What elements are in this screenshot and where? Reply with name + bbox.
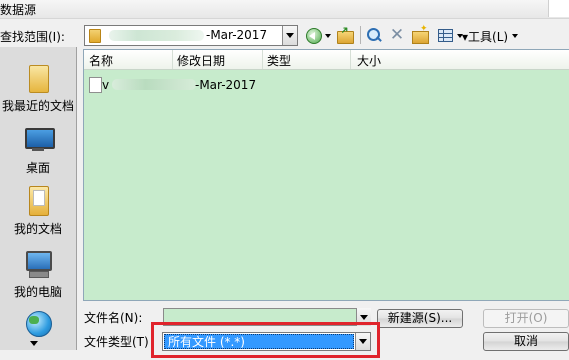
lookin-path: -Mar-2017 bbox=[206, 28, 268, 42]
recent-documents-icon bbox=[23, 61, 53, 93]
window-title: 数据源 bbox=[0, 3, 37, 17]
places-bar: 我最近的文档 桌面 我的文档 我的电脑 bbox=[0, 47, 77, 350]
file-list[interactable]: 名称 修改日期 类型 大小 v -Mar-2017 bbox=[83, 49, 569, 301]
close-window-button[interactable] bbox=[548, 0, 569, 17]
place-label: 我的文档 bbox=[13, 222, 62, 236]
chevron-down-icon[interactable] bbox=[355, 333, 370, 350]
filetype-select[interactable]: 所有文件 (*.*) bbox=[162, 332, 371, 351]
list-item[interactable]: v -Mar-2017 bbox=[86, 76, 386, 94]
column-divider[interactable] bbox=[172, 50, 173, 69]
column-headers: 名称 修改日期 类型 大小 bbox=[84, 50, 569, 70]
lookin-combo[interactable]: -Mar-2017 bbox=[84, 25, 298, 46]
title-bar: 数据源 bbox=[0, 0, 569, 19]
lookin-label: 查找范围(I): bbox=[0, 30, 65, 44]
back-icon[interactable] bbox=[304, 26, 322, 44]
my-documents-icon bbox=[23, 184, 53, 216]
filename-label: 文件名(N): bbox=[84, 311, 143, 325]
filetype-value: 所有文件 (*.*) bbox=[168, 335, 245, 349]
toolbar-divider bbox=[360, 26, 361, 44]
tools-label: 工具(L) bbox=[468, 30, 509, 44]
network-places-icon bbox=[23, 309, 53, 341]
new-source-button[interactable]: 新建源(S)... bbox=[377, 309, 463, 328]
file-name-prefix: v bbox=[102, 78, 110, 92]
chevron-down-icon[interactable] bbox=[282, 26, 297, 45]
blurred-path-text bbox=[109, 30, 204, 41]
up-folder-icon[interactable] bbox=[335, 26, 355, 44]
open-button[interactable]: 打开(O) bbox=[483, 309, 569, 328]
view-menu-icon[interactable] bbox=[436, 26, 454, 44]
file-name: -Mar-2017 bbox=[195, 78, 257, 92]
filetype-label: 文件类型(T) bbox=[84, 335, 149, 349]
blurred-filename bbox=[112, 79, 196, 90]
new-folder-icon[interactable] bbox=[410, 24, 430, 44]
my-computer-icon bbox=[23, 247, 53, 279]
place-desktop[interactable]: 桌面 bbox=[0, 123, 76, 176]
cancel-button[interactable]: 取消 bbox=[483, 332, 569, 351]
place-label: 我最近的文档 bbox=[1, 99, 74, 113]
search-web-icon[interactable] bbox=[364, 26, 384, 44]
places-scroll-down-icon[interactable] bbox=[30, 341, 38, 346]
column-divider[interactable] bbox=[350, 50, 351, 69]
place-network[interactable] bbox=[0, 309, 76, 345]
column-header-modified[interactable]: 修改日期 bbox=[177, 52, 225, 69]
column-header-type[interactable]: 类型 bbox=[267, 52, 291, 69]
column-header-name[interactable]: 名称 bbox=[89, 52, 113, 69]
back-dropdown-icon[interactable] bbox=[324, 26, 332, 44]
place-label: 我的电脑 bbox=[13, 285, 62, 299]
column-divider[interactable] bbox=[262, 50, 263, 69]
place-my-documents[interactable]: 我的文档 bbox=[0, 184, 76, 237]
desktop-icon bbox=[23, 123, 55, 155]
place-my-computer[interactable]: 我的电脑 bbox=[0, 247, 76, 300]
place-recent-documents[interactable]: 我最近的文档 bbox=[0, 61, 76, 114]
tools-dropdown-icon[interactable] bbox=[511, 26, 519, 44]
delete-icon[interactable]: ✕ bbox=[388, 26, 406, 44]
place-label: 桌面 bbox=[25, 161, 50, 175]
tools-menu-button[interactable]: ▾工具(L) bbox=[462, 28, 508, 45]
document-icon bbox=[89, 77, 102, 93]
folder-icon bbox=[89, 29, 101, 43]
column-header-size[interactable]: 大小 bbox=[357, 52, 381, 69]
filetype-selection: 所有文件 (*.*) bbox=[164, 334, 354, 349]
